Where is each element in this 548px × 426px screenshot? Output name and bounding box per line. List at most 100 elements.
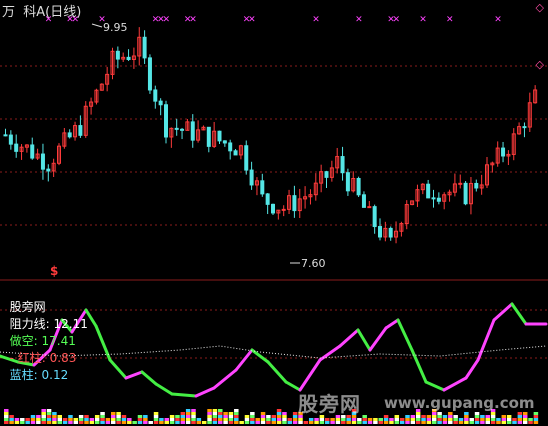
indicator-bar <box>432 421 437 424</box>
indicator-bar <box>421 421 426 424</box>
candle-body <box>142 36 147 59</box>
indicator-bar <box>415 415 421 418</box>
candle-body <box>249 169 254 186</box>
indicator-bar <box>234 412 239 415</box>
indicator-bar <box>73 421 79 424</box>
indicator-bar <box>426 421 432 424</box>
indicator-bar <box>464 412 469 415</box>
resistance-line-segment <box>154 382 174 396</box>
indicator-bar <box>191 415 196 418</box>
candle-body <box>30 144 35 159</box>
indicator-bar <box>480 418 485 421</box>
candle-body <box>367 206 372 209</box>
sell-marker: ✕ <box>248 15 256 25</box>
indicator-bar <box>41 412 46 415</box>
indicator-bar <box>159 421 164 424</box>
indicator-bar <box>62 418 68 421</box>
candle-body <box>345 172 350 192</box>
candle-body <box>46 168 51 172</box>
resistance-line-segment <box>442 376 468 392</box>
indicator-bar <box>410 415 416 418</box>
indicator-bar <box>9 418 14 421</box>
indicator-bar <box>212 412 218 415</box>
indicator-bar <box>25 418 30 421</box>
indicator-bar <box>234 409 239 412</box>
indicator-bar <box>180 421 186 424</box>
indicator-bar <box>148 421 153 424</box>
indicator-bar <box>485 418 490 421</box>
indicator-bar <box>30 418 36 421</box>
indicator-bar <box>68 415 73 418</box>
resistance-line-segment <box>396 318 414 352</box>
indicator-bar <box>453 418 458 421</box>
indicator-bar <box>94 418 100 421</box>
candle-body <box>292 195 297 212</box>
diamond-top-icon[interactable]: ◇ <box>536 1 544 14</box>
indicator-bar <box>46 421 52 424</box>
candle-body <box>180 128 185 131</box>
indicator-bar <box>84 418 89 421</box>
indicator-bar <box>84 421 89 424</box>
indicator-bar <box>36 418 41 421</box>
indicator-bar <box>111 421 116 424</box>
candle-body <box>233 150 238 156</box>
resistance-line-segment <box>356 328 372 352</box>
indicator-bar <box>533 418 539 421</box>
indicator-bar <box>4 421 9 424</box>
indicator-bar <box>244 421 250 424</box>
indicator-bar <box>218 412 223 415</box>
indicator-bar <box>116 418 121 421</box>
indicator-bar <box>485 421 490 424</box>
indicator-bar <box>100 415 105 418</box>
indicator-bar <box>94 421 100 424</box>
diamond-mid-icon[interactable]: ◇ <box>536 58 544 71</box>
resistance-line-segment <box>492 302 514 322</box>
candle-body <box>356 178 361 196</box>
indicator-bar <box>474 421 480 424</box>
indicator-bar <box>266 421 271 424</box>
indicator-bar <box>533 415 539 418</box>
indicator-bar <box>89 418 95 421</box>
indicator-bar <box>426 415 432 418</box>
indicator-bar <box>421 415 426 418</box>
candle-body <box>522 126 527 129</box>
indicator-bar <box>448 421 453 424</box>
indicator-bar <box>517 412 523 415</box>
indicator-bar <box>255 418 260 421</box>
indicator-bar <box>143 418 148 421</box>
indicator-bar <box>469 421 474 424</box>
indicator-bar <box>346 421 351 424</box>
indicator-bar <box>533 421 539 424</box>
chart-title: 万 科A(日线) <box>2 5 82 20</box>
indicator-bar <box>496 418 501 421</box>
indicator-bar <box>512 421 517 424</box>
indicator-bar <box>68 421 73 424</box>
indicator-bar <box>522 412 528 415</box>
indicator-bar <box>528 421 533 424</box>
indicator-bar <box>68 418 73 421</box>
indicator-bar <box>100 421 105 424</box>
candle-body <box>78 125 83 136</box>
indicator-bar <box>458 418 464 421</box>
indicator-bar <box>57 421 62 424</box>
candle-body <box>174 127 179 130</box>
indicator-bar <box>234 415 239 418</box>
indicator-bar <box>223 415 228 418</box>
indicator-bar <box>25 421 30 424</box>
indicator-bar <box>212 418 218 421</box>
indicator-bar <box>36 421 41 424</box>
resistance-line-segment <box>140 370 158 386</box>
indicator-bar <box>41 409 46 412</box>
indicator-bar <box>14 421 20 424</box>
indicator-bar <box>464 418 469 421</box>
indicator-bar <box>127 421 132 424</box>
candle-body <box>271 203 275 214</box>
candle-body <box>8 134 13 145</box>
indicator-bar <box>490 415 496 418</box>
indicator-bar <box>533 412 539 415</box>
indicator-bar <box>9 421 14 424</box>
indicator-bar <box>490 418 496 421</box>
indicator-bar <box>250 421 255 424</box>
indicator-bar <box>41 418 46 421</box>
indicator-bar <box>196 418 202 421</box>
